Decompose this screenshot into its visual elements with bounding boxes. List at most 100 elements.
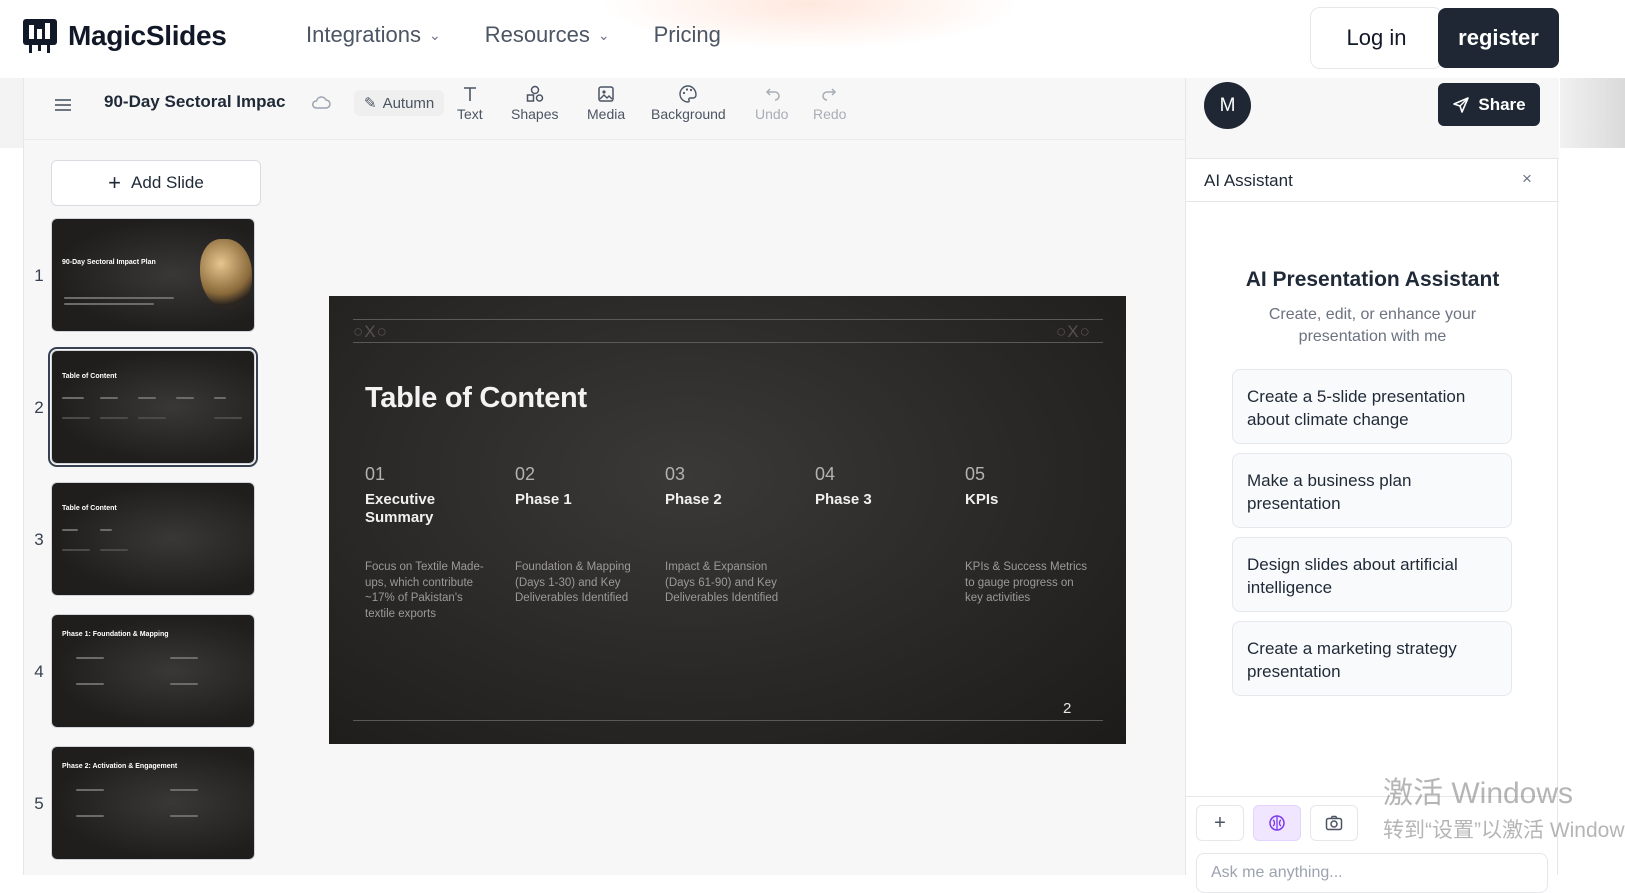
- send-icon: [1453, 96, 1470, 113]
- slide-thumbnail-1[interactable]: 1 90-Day Sectoral Impact Plan: [24, 218, 284, 338]
- shapes-tool[interactable]: Shapes: [511, 84, 558, 122]
- theme-selector[interactable]: ✎ Autumn: [354, 90, 445, 116]
- slide-mark-left: ○X○: [353, 322, 388, 341]
- ai-brain-button[interactable]: [1253, 805, 1301, 841]
- hamburger-menu-icon[interactable]: [52, 94, 74, 116]
- thumb-text-line: [64, 303, 154, 305]
- thumb-text-line: [62, 397, 84, 399]
- redo-icon: [821, 88, 836, 101]
- user-avatar[interactable]: M: [1204, 82, 1251, 129]
- editor-toolbar: 90-Day Sectoral Impac ✎ Autumn Text Shap…: [24, 78, 1186, 140]
- nav-resources[interactable]: Resources ⌄: [485, 22, 610, 48]
- thumb-text-line: [214, 417, 242, 419]
- assistant-title: AI Presentation Assistant: [1245, 268, 1500, 291]
- login-button[interactable]: Log in: [1310, 7, 1443, 69]
- slide-number: 5: [34, 794, 44, 813]
- toc-number: 01: [365, 464, 386, 484]
- magicslides-logo-icon: [23, 19, 57, 53]
- slide-preview: Table of Content: [51, 482, 255, 596]
- nav-links: Integrations ⌄ Resources ⌄ Pricing: [306, 22, 721, 48]
- thumb-text-line: [100, 417, 128, 419]
- toc-number: 02: [515, 464, 536, 484]
- camera-icon: [1325, 815, 1343, 831]
- slide-number: 2: [34, 398, 44, 417]
- suggestion-card[interactable]: Create a 5-slide presentation about clim…: [1232, 369, 1512, 444]
- nav-pricing[interactable]: Pricing: [654, 22, 721, 48]
- add-slide-label: Add Slide: [131, 173, 204, 192]
- suggestion-card[interactable]: Create a marketing strategy presentation: [1232, 621, 1512, 696]
- cloud-sync-icon: [312, 96, 331, 109]
- text-tool[interactable]: Text: [457, 84, 483, 122]
- redo-label: Redo: [813, 106, 847, 122]
- suggestion-card[interactable]: Design slides about artificial intellige…: [1232, 537, 1512, 612]
- slide-title[interactable]: Table of Content: [365, 382, 587, 415]
- slide-thumbnail-2[interactable]: 2 Table of Content: [24, 347, 284, 470]
- slide-thumbnail-3[interactable]: 3 Table of Content: [24, 482, 284, 602]
- background-tool[interactable]: Background: [651, 84, 726, 122]
- toc-heading: Phase 3: [815, 491, 872, 508]
- slide-preview: Phase 1: Foundation & Mapping: [51, 614, 255, 728]
- close-icon[interactable]: ×: [1522, 169, 1532, 189]
- plus-icon: +: [1214, 811, 1226, 834]
- toc-description: KPIs & Success Metrics to gauge progress…: [965, 561, 1088, 604]
- thumb-text-line: [176, 397, 194, 399]
- toc-number: 05: [965, 464, 986, 484]
- slide-bottom-rule: [353, 720, 1103, 721]
- toc-column-1[interactable]: 01 Executive Summary Focus on Textile Ma…: [365, 464, 495, 620]
- thumb-text-line: [76, 789, 104, 791]
- thumb-text-line: [62, 549, 90, 551]
- toc-description: Impact & Expansion (Days 61-90) and Key …: [665, 561, 779, 604]
- toc-column-5[interactable]: 05 KPIs KPIs & Success Metrics to gauge …: [965, 464, 1095, 604]
- thumb-text-line: [100, 529, 112, 531]
- media-tool[interactable]: Media: [587, 84, 625, 122]
- toc-description: Foundation & Mapping (Days 1-30) and Key…: [515, 561, 631, 604]
- document-title[interactable]: 90-Day Sectoral Impac: [104, 92, 289, 112]
- assistant-top-bar: M Share: [1186, 78, 1559, 158]
- redo-button[interactable]: Redo: [813, 84, 846, 122]
- assistant-subtitle: Create, edit, or enhance your presentati…: [1268, 306, 1477, 345]
- media-tool-label: Media: [587, 106, 626, 122]
- thumb-text-line: [76, 683, 104, 685]
- watermark-line-2: 转到“设置”以激活 Windows。: [1383, 819, 1625, 842]
- thumb-title: Phase 2: Activation & Engagement: [62, 763, 178, 770]
- slide-number: 4: [34, 662, 44, 681]
- background-tool-label: Background: [651, 106, 726, 122]
- assistant-chat-input[interactable]: Ask me anything...: [1196, 853, 1548, 893]
- thumb-text-line: [62, 529, 78, 531]
- thumb-title: Table of Content: [62, 373, 117, 380]
- slide-preview: Phase 2: Activation & Engagement: [51, 746, 255, 860]
- attach-plus-button[interactable]: +: [1196, 805, 1244, 841]
- toc-column-2[interactable]: 02 Phase 1 Foundation & Mapping (Days 1-…: [515, 464, 645, 604]
- watermark-line-1: 激活 Windows: [1383, 777, 1574, 810]
- decorative-sculpture: [200, 239, 252, 309]
- register-button[interactable]: register: [1438, 8, 1559, 68]
- suggestion-card[interactable]: Make a business plan presentation: [1232, 453, 1512, 528]
- slide-thumbnail-5[interactable]: 5 Phase 2: Activation & Engagement: [24, 746, 284, 866]
- undo-icon: [765, 88, 780, 101]
- chevron-down-icon: ⌄: [597, 26, 610, 43]
- toc-column-3[interactable]: 03 Phase 2 Impact & Expansion (Days 61-9…: [665, 464, 795, 604]
- chevron-down-icon: ⌄: [428, 26, 441, 43]
- add-slide-button[interactable]: + Add Slide: [51, 160, 261, 206]
- nav-pricing-label: Pricing: [653, 22, 721, 47]
- background-edge: [0, 78, 24, 148]
- thumb-text-line: [100, 549, 128, 551]
- nav-integrations[interactable]: Integrations ⌄: [306, 22, 441, 48]
- thumb-text-line: [62, 417, 90, 419]
- brush-icon: ✎: [364, 95, 377, 112]
- thumb-title: 90-Day Sectoral Impact Plan: [62, 259, 156, 266]
- camera-button[interactable]: [1310, 805, 1358, 841]
- slide-number: 3: [34, 530, 44, 549]
- undo-button[interactable]: Undo: [755, 84, 788, 122]
- brand-logo[interactable]: MagicSlides: [22, 18, 227, 54]
- thumb-text-line: [138, 397, 156, 399]
- thumb-text-line: [76, 815, 104, 817]
- toc-heading: Phase 2: [665, 491, 722, 508]
- share-button[interactable]: Share: [1438, 83, 1540, 126]
- slide-thumbnail-4[interactable]: 4 Phase 1: Foundation & Mapping: [24, 614, 284, 734]
- toc-column-4[interactable]: 04 Phase 3: [815, 464, 945, 509]
- slide-top-rule: [353, 319, 1103, 320]
- theme-label: Autumn: [382, 94, 435, 112]
- slide-preview: 90-Day Sectoral Impact Plan: [51, 218, 255, 332]
- slide-canvas[interactable]: ○X○ ○X○ Table of Content 01 Executive Su…: [329, 296, 1126, 744]
